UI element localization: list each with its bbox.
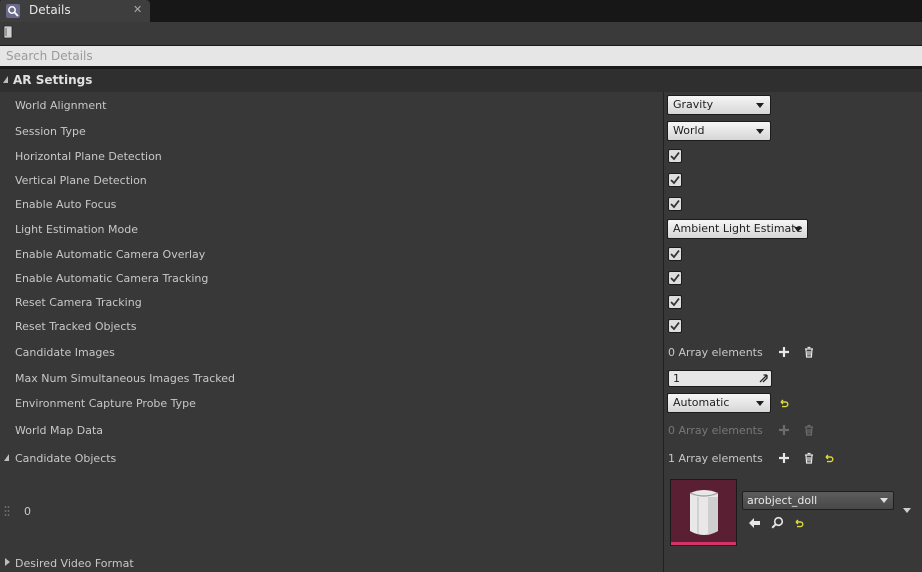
label-world-map: World Map Data [15, 424, 103, 437]
label-light-estimation: Light Estimation Mode [15, 223, 138, 236]
object-shape-icon [689, 490, 719, 535]
reset-arrow-icon[interactable] [779, 398, 789, 408]
details-magnifier-icon [6, 4, 20, 18]
chevron-down-icon [756, 129, 764, 134]
search-details[interactable] [0, 46, 922, 66]
tab-title: Details [29, 3, 71, 17]
label-vertical-plane: Vertical Plane Detection [15, 174, 147, 187]
label-auto-focus: Enable Auto Focus [15, 198, 117, 211]
label-candidate-images: Candidate Images [15, 346, 115, 359]
camera-tracking-checkbox[interactable] [668, 271, 682, 285]
checkmark-icon [670, 321, 680, 331]
candidate-images-count: 0 Array elements [668, 346, 763, 359]
checkmark-icon [670, 273, 680, 283]
chevron-down-icon [880, 498, 888, 503]
plus-icon [779, 425, 789, 435]
plus-icon[interactable] [778, 346, 790, 358]
label-reset-camera: Reset Camera Tracking [15, 296, 142, 309]
env-probe-value: Automatic [673, 396, 730, 409]
lock-icon[interactable] [3, 25, 13, 39]
column-divider[interactable] [663, 92, 664, 572]
checkmark-icon [670, 297, 680, 307]
world-alignment-combo[interactable]: Gravity [667, 95, 771, 115]
collapse-triangle-icon[interactable] [4, 454, 9, 461]
details-toolbar [0, 22, 922, 45]
light-estimation-combo[interactable]: Ambient Light Estimate [667, 219, 808, 239]
label-video-format: Desired Video Format [15, 557, 134, 570]
session-type-value: World [673, 124, 705, 137]
left-arrow-icon[interactable] [748, 517, 761, 529]
tab-details[interactable]: Details ✕ [0, 0, 150, 22]
asset-name: arobject_doll [747, 494, 818, 507]
asset-picker-combo[interactable]: arobject_doll [742, 491, 894, 510]
plus-icon[interactable] [778, 452, 790, 464]
collapse-triangle-icon[interactable] [3, 76, 8, 83]
label-session-type: Session Type [15, 125, 86, 138]
chevron-down-icon [756, 103, 764, 108]
checkmark-icon [670, 175, 680, 185]
candidate-objects-count: 1 Array elements [668, 452, 763, 465]
label-world-alignment: World Alignment [15, 99, 107, 112]
label-candidate-objects: Candidate Objects [15, 452, 117, 465]
asset-thumbnail[interactable] [670, 479, 737, 546]
vertical-plane-checkbox[interactable] [668, 173, 682, 187]
tab-close-icon[interactable]: ✕ [133, 3, 142, 16]
section-ar-settings[interactable]: AR Settings [0, 69, 922, 92]
checkmark-icon [670, 249, 680, 259]
element-index: 0 [24, 505, 31, 518]
chevron-down-icon [756, 401, 764, 406]
max-images-spinbox[interactable]: 1 [668, 370, 772, 387]
trash-icon[interactable] [803, 452, 815, 464]
label-camera-tracking: Enable Automatic Camera Tracking [15, 272, 209, 285]
label-max-images: Max Num Simultaneous Images Tracked [15, 372, 235, 385]
world-map-count: 0 Array elements [668, 424, 763, 437]
max-images-value: 1 [673, 372, 680, 385]
camera-overlay-checkbox[interactable] [668, 247, 682, 261]
label-horizontal-plane: Horizontal Plane Detection [15, 150, 162, 163]
session-type-combo[interactable]: World [667, 121, 771, 141]
reset-tracked-checkbox[interactable] [668, 319, 682, 333]
asset-type-bar [671, 542, 736, 545]
section-title: AR Settings [13, 73, 93, 87]
checkmark-icon [670, 151, 680, 161]
reset-arrow-icon[interactable] [794, 518, 804, 528]
reset-arrow-icon[interactable] [824, 453, 834, 463]
auto-focus-checkbox[interactable] [668, 197, 682, 211]
label-reset-tracked: Reset Tracked Objects [15, 320, 137, 333]
expand-triangle-icon[interactable] [5, 558, 10, 566]
light-estimation-value: Ambient Light Estimate [673, 222, 803, 235]
reset-camera-checkbox[interactable] [668, 295, 682, 309]
drag-handle-icon[interactable] [4, 505, 10, 517]
resize-handle-icon[interactable] [759, 374, 768, 383]
chevron-down-icon [794, 227, 802, 232]
checkmark-icon [670, 199, 680, 209]
env-probe-combo[interactable]: Automatic [667, 393, 771, 413]
chevron-down-icon[interactable] [903, 508, 911, 514]
label-env-probe: Environment Capture Probe Type [15, 397, 196, 410]
horizontal-plane-checkbox[interactable] [668, 149, 682, 163]
label-camera-overlay: Enable Automatic Camera Overlay [15, 248, 206, 261]
world-alignment-value: Gravity [673, 98, 714, 111]
tab-bar: Details ✕ [0, 0, 922, 22]
search-input[interactable] [0, 46, 922, 66]
trash-icon[interactable] [803, 346, 815, 358]
magnifier-icon[interactable] [771, 516, 784, 529]
trash-icon [805, 424, 813, 436]
